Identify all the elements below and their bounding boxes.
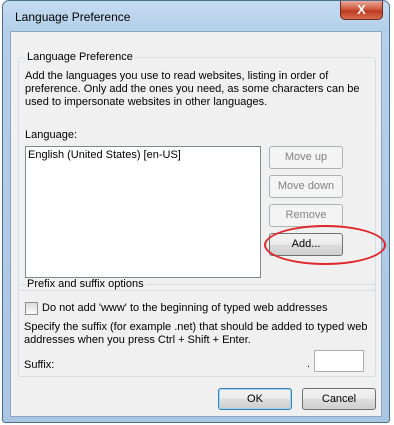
group-legend-prefix: Prefix and suffix options xyxy=(25,278,146,290)
suffix-description: Specify the suffix (for example .net) th… xyxy=(24,321,368,346)
remove-button[interactable]: Remove xyxy=(269,204,343,227)
annotation-circle xyxy=(264,225,386,265)
group-legend-language: Language Preference xyxy=(25,51,135,63)
close-button[interactable]: X xyxy=(340,1,383,20)
dialog-body: Language Preference Add the languages yo… xyxy=(10,31,382,417)
ok-button[interactable]: OK xyxy=(218,388,292,410)
suffix-input[interactable] xyxy=(314,350,364,372)
list-item[interactable]: English (United States) [en-US] xyxy=(28,149,181,161)
language-list-label: Language: xyxy=(25,129,77,141)
no-www-checkbox[interactable] xyxy=(25,302,38,315)
move-up-button[interactable]: Move up xyxy=(269,146,343,169)
language-description: Add the languages you use to read websit… xyxy=(25,70,360,108)
window-title: Language Preference xyxy=(15,10,131,24)
close-icon: X xyxy=(357,2,366,17)
suffix-dot: . xyxy=(307,358,311,370)
no-www-checkbox-label[interactable]: Do not add 'www' to the beginning of typ… xyxy=(42,302,328,314)
cancel-button[interactable]: Cancel xyxy=(302,388,376,410)
suffix-label: Suffix: xyxy=(24,359,55,371)
move-down-button[interactable]: Move down xyxy=(269,175,343,198)
title-bar[interactable]: Language Preference X xyxy=(3,1,389,31)
dialog-window: Language Preference X Language Preferenc… xyxy=(2,0,390,423)
language-listbox[interactable]: English (United States) [en-US] xyxy=(25,146,261,278)
